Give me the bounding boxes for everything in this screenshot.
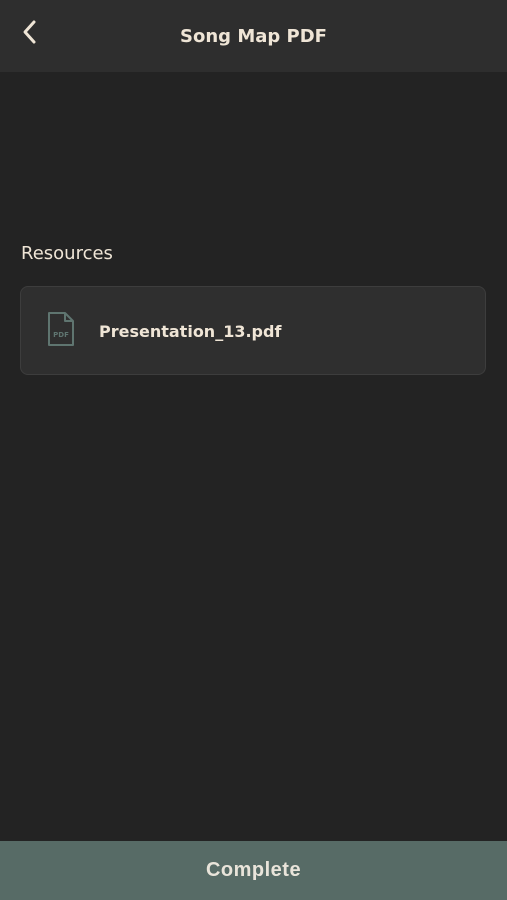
pdf-icon-text: PDF — [53, 331, 69, 339]
resources-heading: Resources — [21, 243, 113, 264]
file-name: Presentation_13.pdf — [99, 322, 282, 341]
header-bar: Song Map PDF — [0, 0, 507, 72]
pdf-file-icon: PDF — [48, 312, 74, 346]
complete-button[interactable]: Complete — [0, 841, 507, 900]
chevron-left-icon — [23, 20, 36, 44]
back-button[interactable] — [14, 16, 46, 48]
page-title: Song Map PDF — [180, 26, 327, 47]
song-map-pdf-screen: Song Map PDF Resources PDF Presentation_… — [0, 0, 507, 900]
complete-button-label: Complete — [205, 859, 302, 881]
resource-file-item[interactable]: PDF Presentation_13.pdf — [20, 286, 486, 375]
